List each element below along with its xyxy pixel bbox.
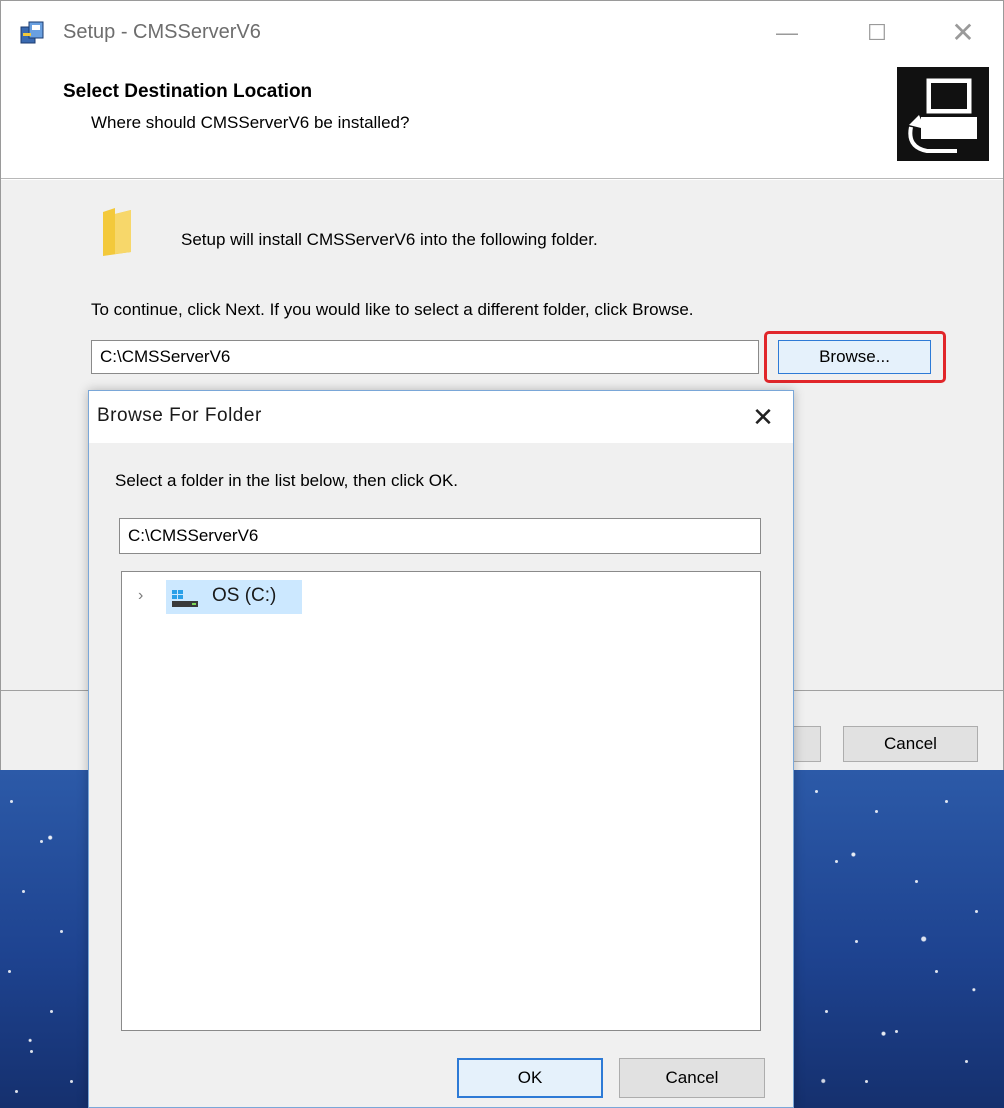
ok-button[interactable]: OK xyxy=(457,1058,603,1098)
setup-app-icon xyxy=(20,21,44,44)
folder-icon xyxy=(103,208,131,256)
close-button[interactable]: ✕ xyxy=(943,15,983,51)
browse-folder-dialog: Browse For Folder ✕ Select a folder in t… xyxy=(88,390,794,1108)
next-button[interactable] xyxy=(791,726,821,762)
install-info-text: Setup will install CMSServerV6 into the … xyxy=(181,230,598,249)
dialog-title: Browse For Folder xyxy=(97,405,262,426)
setup-window-title: Setup - CMSServerV6 xyxy=(63,21,261,43)
page-title: Select Destination Location xyxy=(63,81,313,102)
dialog-titlebar[interactable]: Browse For Folder ✕ xyxy=(89,391,793,443)
instruction-text: To continue, click Next. If you would li… xyxy=(91,300,694,319)
tree-item-os-drive[interactable]: › OS (C:) xyxy=(138,580,318,614)
dialog-instruction-text: Select a folder in the list below, then … xyxy=(115,471,459,490)
tree-node-selected[interactable]: OS (C:) xyxy=(166,580,302,614)
folder-tree[interactable]: › OS (C:) xyxy=(121,571,761,1031)
destination-path-input[interactable] xyxy=(91,340,759,374)
dialog-close-button[interactable]: ✕ xyxy=(745,399,781,435)
dialog-cancel-button[interactable]: Cancel xyxy=(619,1058,765,1098)
computer-install-icon xyxy=(897,67,989,161)
cancel-button[interactable]: Cancel xyxy=(843,726,978,762)
expand-chevron-icon[interactable]: › xyxy=(138,586,154,606)
maximize-button[interactable]: ☐ xyxy=(857,15,897,51)
browse-button[interactable]: Browse... xyxy=(778,340,931,374)
wizard-header: Select Destination Location Where should… xyxy=(1,67,1003,179)
tree-item-label: OS (C:) xyxy=(212,585,277,606)
folder-path-input[interactable] xyxy=(119,518,761,554)
page-subtitle: Where should CMSServerV6 be installed? xyxy=(91,113,410,132)
starfield-left xyxy=(0,770,90,1108)
minimize-button[interactable]: — xyxy=(767,15,807,51)
setup-titlebar[interactable]: Setup - CMSServerV6 — ☐ ✕ xyxy=(1,1,1003,67)
drive-icon xyxy=(172,590,198,607)
starfield-right xyxy=(795,770,1004,1108)
